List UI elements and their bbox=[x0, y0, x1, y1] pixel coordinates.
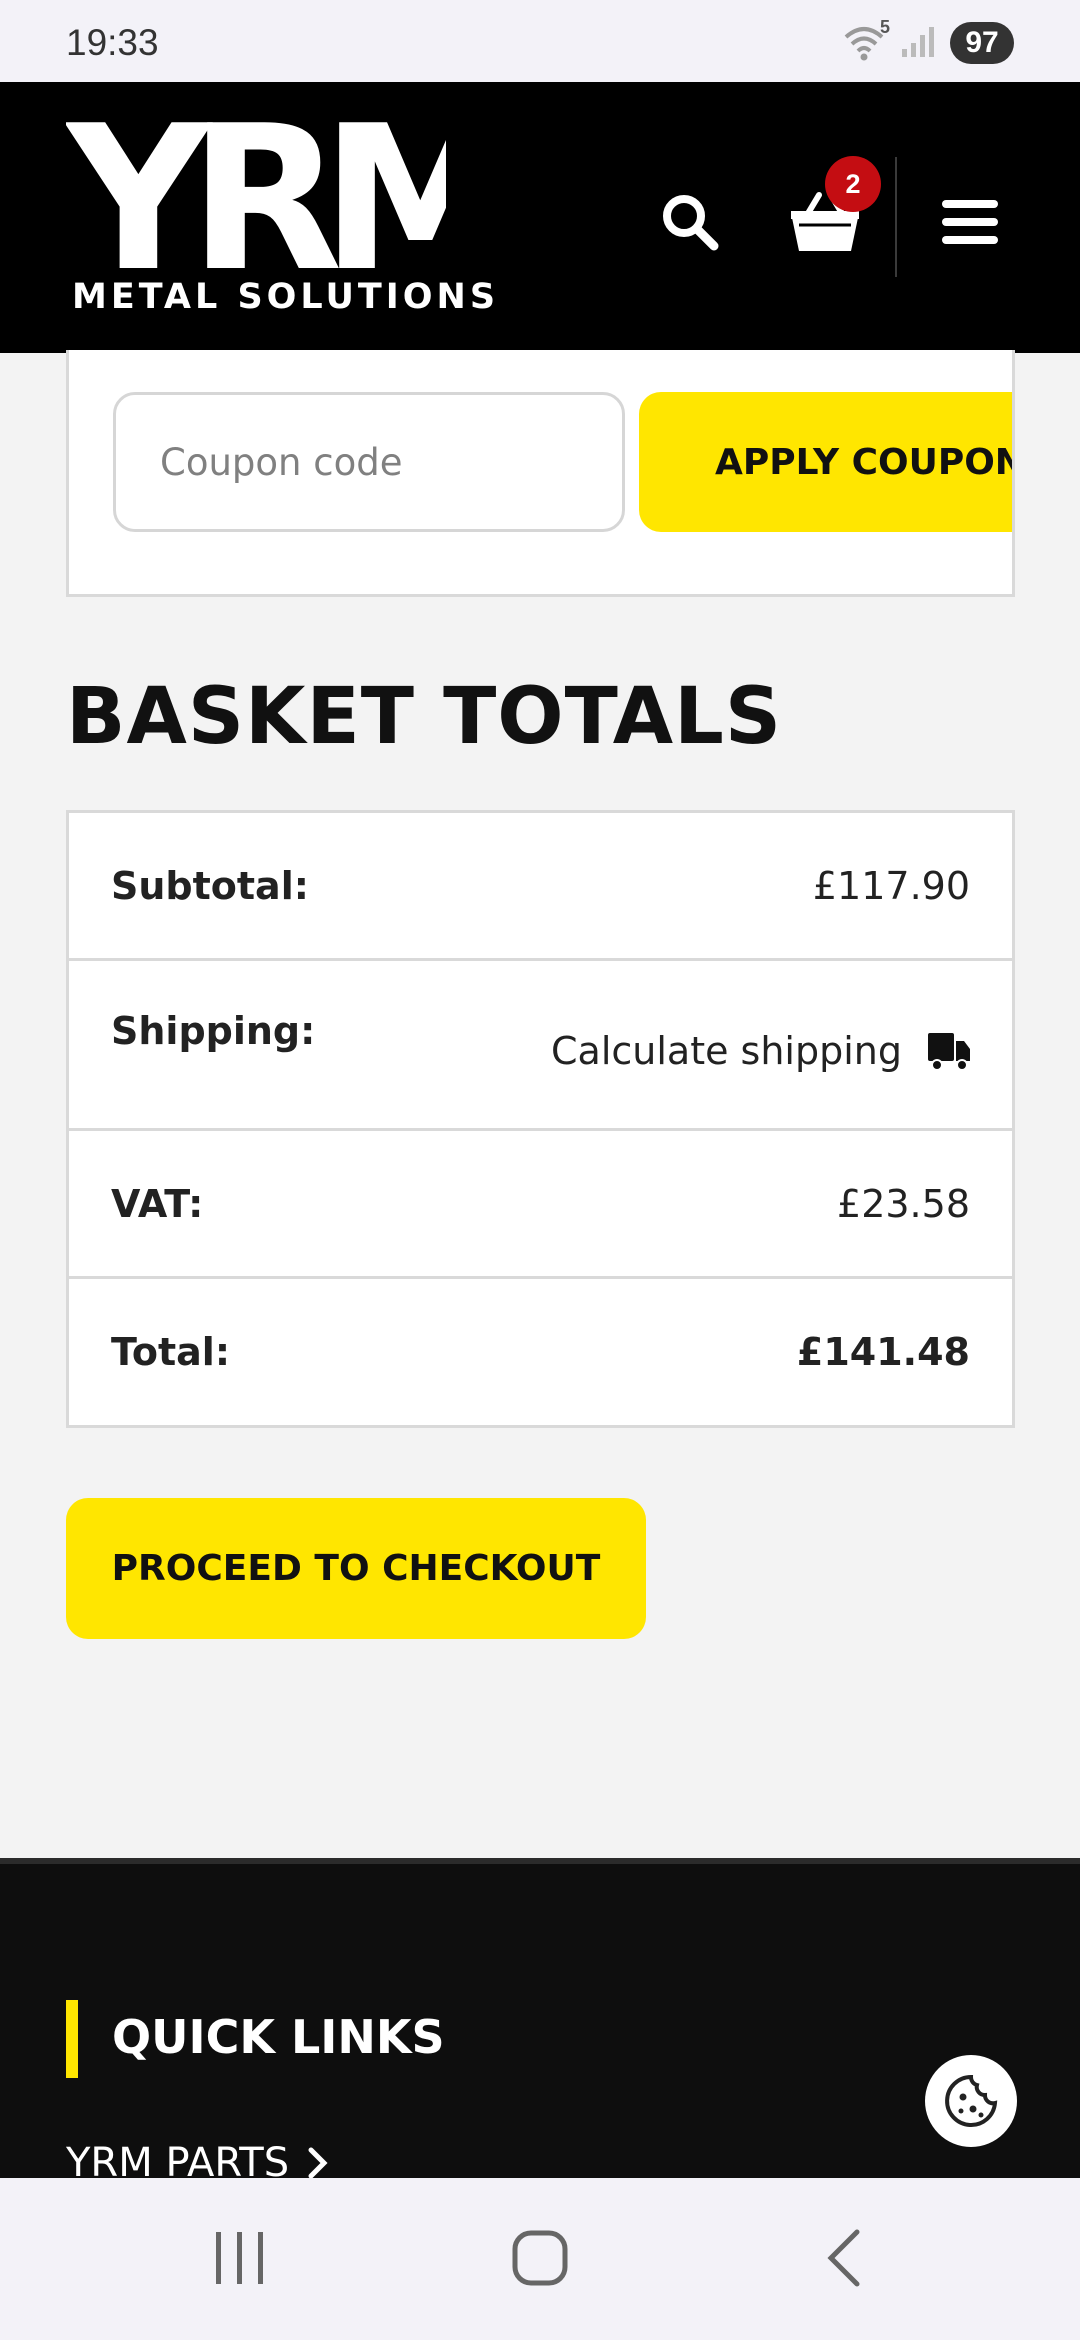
status-bar: 19:33 5 97 bbox=[0, 0, 1080, 82]
wifi-icon: 5 bbox=[842, 17, 890, 63]
recent-apps-button[interactable] bbox=[195, 2218, 285, 2298]
wifi-badge: 5 bbox=[879, 17, 890, 37]
chevron-right-icon bbox=[308, 2147, 328, 2178]
menu-button[interactable] bbox=[930, 182, 1010, 262]
logo-subtitle: METAL SOLUTIONS bbox=[72, 277, 500, 317]
quick-links-accent-bar bbox=[66, 2000, 78, 2078]
logo-mark: YRM bbox=[64, 83, 524, 316]
recent-apps-icon bbox=[216, 2232, 263, 2284]
total-value: £141.48 bbox=[796, 1330, 970, 1374]
site-footer: QUICK LINKS YRM PARTS bbox=[0, 1858, 1080, 2178]
subtotal-value: £117.90 bbox=[812, 863, 970, 908]
footer-link-yrm-parts[interactable]: YRM PARTS bbox=[66, 2140, 329, 2178]
quick-links-title: QUICK LINKS bbox=[112, 2010, 445, 2064]
system-navigation-bar bbox=[0, 2178, 1080, 2340]
total-label: Total: bbox=[111, 1330, 231, 1374]
search-button[interactable] bbox=[650, 182, 730, 262]
basket-button[interactable]: 2 bbox=[775, 156, 881, 262]
site-header: YRM METAL SOLUTIONS 2 bbox=[0, 82, 1080, 353]
cookie-icon bbox=[945, 2074, 998, 2127]
shipping-label: Shipping: bbox=[111, 1009, 316, 1053]
cookie-settings-button[interactable] bbox=[925, 2055, 1017, 2147]
basket-totals-title: BASKET TOTALS bbox=[66, 672, 782, 762]
proceed-to-checkout-button[interactable]: PROCEED TO CHECKOUT bbox=[66, 1498, 646, 1639]
vat-label: VAT: bbox=[111, 1181, 204, 1226]
hamburger-menu-icon bbox=[942, 200, 998, 244]
shipping-row: Shipping: Calculate shipping bbox=[69, 961, 1012, 1131]
header-divider bbox=[895, 157, 897, 277]
total-row: Total: £141.48 bbox=[69, 1279, 1012, 1425]
back-button[interactable] bbox=[800, 2218, 890, 2298]
subtotal-label: Subtotal: bbox=[111, 863, 309, 908]
back-icon bbox=[827, 2229, 860, 2287]
svg-text:YRM: YRM bbox=[66, 110, 446, 275]
truck-icon bbox=[928, 1033, 970, 1071]
status-icons: 5 97 bbox=[842, 17, 1014, 64]
apply-coupon-button[interactable]: APPLY COUPON bbox=[639, 392, 1012, 532]
search-icon bbox=[663, 195, 719, 251]
battery-indicator: 97 bbox=[950, 22, 1014, 64]
vat-value: £23.58 bbox=[837, 1181, 970, 1226]
signal-icon bbox=[900, 23, 936, 63]
coupon-section: APPLY COUPON bbox=[66, 350, 1015, 597]
subtotal-row: Subtotal: £117.90 bbox=[69, 813, 1012, 961]
vat-row: VAT: £23.58 bbox=[69, 1131, 1012, 1279]
footer-link-label: YRM PARTS bbox=[66, 2140, 290, 2178]
coupon-code-input[interactable] bbox=[113, 392, 625, 532]
home-button[interactable] bbox=[495, 2218, 585, 2298]
home-icon bbox=[512, 2230, 568, 2286]
calculate-shipping-text: Calculate shipping bbox=[551, 1029, 902, 1073]
basket-totals-table: Subtotal: £117.90 Shipping: Calculate sh… bbox=[66, 810, 1015, 1428]
calculate-shipping-link[interactable]: Calculate shipping bbox=[551, 1029, 970, 1073]
cart-count-badge: 2 bbox=[825, 156, 881, 212]
status-time: 19:33 bbox=[66, 22, 159, 63]
